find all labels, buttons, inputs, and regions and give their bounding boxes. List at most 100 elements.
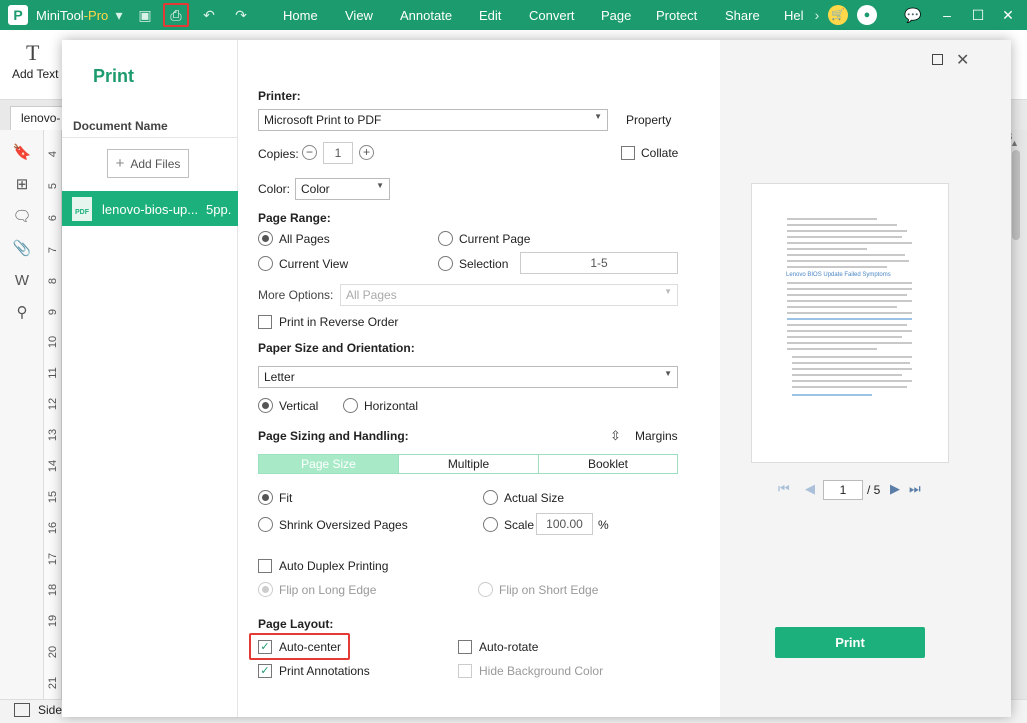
vertical-label: Vertical — [279, 399, 319, 413]
ruler-number: 9 — [47, 308, 59, 316]
search-icon[interactable]: ⚲ — [12, 303, 32, 323]
print-icon[interactable]: ⎙ — [163, 3, 189, 27]
scroll-up-icon[interactable]: ▲ — [1010, 138, 1019, 148]
reverse-order-checkbox[interactable] — [258, 315, 272, 329]
add-files-button[interactable]: + Add Files — [107, 149, 189, 178]
user-icon[interactable]: ● — [857, 5, 877, 25]
word-icon[interactable]: W — [12, 271, 32, 291]
chevron-right-icon[interactable]: › — [808, 6, 826, 24]
current-page-radio[interactable] — [438, 231, 453, 246]
save-icon[interactable]: ▣ — [136, 6, 154, 24]
document-tab[interactable]: lenovo- — [10, 106, 70, 130]
menu-edit[interactable]: Edit — [479, 8, 501, 23]
flip-short-label: Flip on Short Edge — [499, 583, 599, 597]
sidebar-toggle-icon[interactable] — [14, 703, 30, 717]
dropdown-arrow-icon: ▼ — [594, 112, 602, 121]
prev-page-icon[interactable]: ◀ — [805, 481, 815, 497]
thumbnails-icon[interactable]: ⊞ — [12, 175, 32, 195]
margins-link[interactable]: Margins — [635, 429, 678, 443]
fit-radio[interactable] — [258, 490, 273, 505]
property-link[interactable]: Property — [626, 113, 671, 127]
color-select[interactable]: Color ▼ — [295, 178, 390, 200]
color-label: Color: — [258, 182, 291, 196]
menu-view[interactable]: View — [345, 8, 373, 23]
comment-icon[interactable]: 🗨 — [12, 207, 32, 227]
more-options-select[interactable]: All Pages ▼ — [340, 284, 678, 306]
page-number-input[interactable]: 1 — [823, 480, 863, 500]
app-name: MiniTool-Pro — [36, 8, 109, 23]
attachment-icon[interactable]: 📎 — [12, 239, 32, 259]
maximize-button[interactable]: ☐ — [968, 5, 988, 25]
dialog-maximize-button[interactable] — [932, 54, 943, 65]
selection-label: Selection — [459, 257, 509, 271]
divider — [62, 137, 238, 138]
printer-value: Microsoft Print to PDF — [264, 113, 382, 127]
menu-home[interactable]: Home — [283, 8, 318, 23]
add-text-label[interactable]: Add Text — [12, 67, 58, 81]
chat-icon[interactable]: 💬 — [903, 5, 923, 25]
increment-icon[interactable]: + — [359, 145, 374, 160]
file-pages: 5pp. — [206, 202, 232, 217]
last-page-icon[interactable]: ⏭ — [909, 481, 921, 497]
scale-radio[interactable] — [483, 517, 498, 532]
printer-select[interactable]: Microsoft Print to PDF ▼ — [258, 109, 608, 131]
actual-size-radio[interactable] — [483, 490, 498, 505]
tab-booklet[interactable]: Booklet — [538, 454, 678, 474]
first-page-icon[interactable]: ⏮ — [778, 481, 790, 497]
flip-short-radio[interactable] — [478, 582, 493, 597]
document-name-header: Document Name — [73, 119, 168, 133]
ruler-number: 13 — [47, 428, 59, 442]
ruler-number: 14 — [47, 459, 59, 473]
tab-page-size[interactable]: Page Size — [258, 454, 399, 474]
menu-convert[interactable]: Convert — [529, 8, 575, 23]
scale-input[interactable]: 100.00 — [536, 513, 593, 535]
margins-icon[interactable]: ⇳ — [610, 428, 621, 444]
horizontal-label: Horizontal — [364, 399, 419, 413]
menu-share[interactable]: Share — [725, 8, 760, 23]
selection-range-input[interactable]: 1-5 — [520, 252, 678, 274]
horizontal-radio[interactable] — [343, 398, 358, 413]
ruler-number: 10 — [47, 335, 59, 349]
paper-size-select[interactable]: Letter ▼ — [258, 366, 678, 388]
decrement-icon[interactable]: − — [302, 145, 317, 160]
menu-protect[interactable]: Protect — [656, 8, 697, 23]
bookmark-icon[interactable]: 🔖 — [12, 143, 32, 163]
copies-input[interactable]: 1 — [323, 142, 353, 164]
ruler-number: 5 — [47, 182, 59, 190]
copies-label: Copies: — [258, 147, 299, 161]
flip-long-radio[interactable] — [258, 582, 273, 597]
cart-icon[interactable]: 🛒 — [828, 5, 848, 25]
sidebar-label[interactable]: Sidel — [38, 703, 65, 717]
auto-duplex-checkbox[interactable] — [258, 559, 272, 573]
close-window-button[interactable]: ✕ — [998, 5, 1018, 25]
ruler-number: 20 — [47, 645, 59, 659]
menu-page[interactable]: Page — [601, 8, 631, 23]
menu-annotate[interactable]: Annotate — [400, 8, 452, 23]
ruler-number: 7 — [47, 246, 59, 254]
auto-rotate-checkbox[interactable] — [458, 640, 472, 654]
print-button[interactable]: Print — [775, 627, 925, 658]
print-annotations-checkbox[interactable]: ✓ — [258, 664, 272, 678]
dialog-close-button[interactable]: ✕ — [956, 50, 969, 70]
hide-background-checkbox[interactable] — [458, 664, 472, 678]
all-pages-radio[interactable] — [258, 231, 273, 246]
vertical-radio[interactable] — [258, 398, 273, 413]
minimize-button[interactable]: – — [937, 5, 957, 25]
scrollbar-thumb[interactable] — [1012, 150, 1020, 240]
all-pages-label: All Pages — [279, 232, 330, 246]
auto-center-checkbox[interactable]: ✓ — [258, 640, 272, 654]
chevron-down-icon[interactable]: ▾ — [110, 6, 128, 24]
current-view-radio[interactable] — [258, 256, 273, 271]
shrink-radio[interactable] — [258, 517, 273, 532]
pdf-file-icon: PDF — [72, 197, 92, 221]
undo-icon[interactable]: ↶ — [200, 6, 218, 24]
dropdown-arrow-icon: ▼ — [664, 287, 672, 296]
menu-help[interactable]: Help — [784, 8, 804, 23]
collate-label: Collate — [641, 146, 679, 160]
collate-checkbox[interactable] — [621, 146, 635, 160]
selection-radio[interactable] — [438, 256, 453, 271]
add-text-icon[interactable]: T — [26, 40, 39, 66]
tab-multiple[interactable]: Multiple — [398, 454, 539, 474]
redo-icon[interactable]: ↷ — [232, 6, 250, 24]
next-page-icon[interactable]: ▶ — [890, 481, 900, 497]
